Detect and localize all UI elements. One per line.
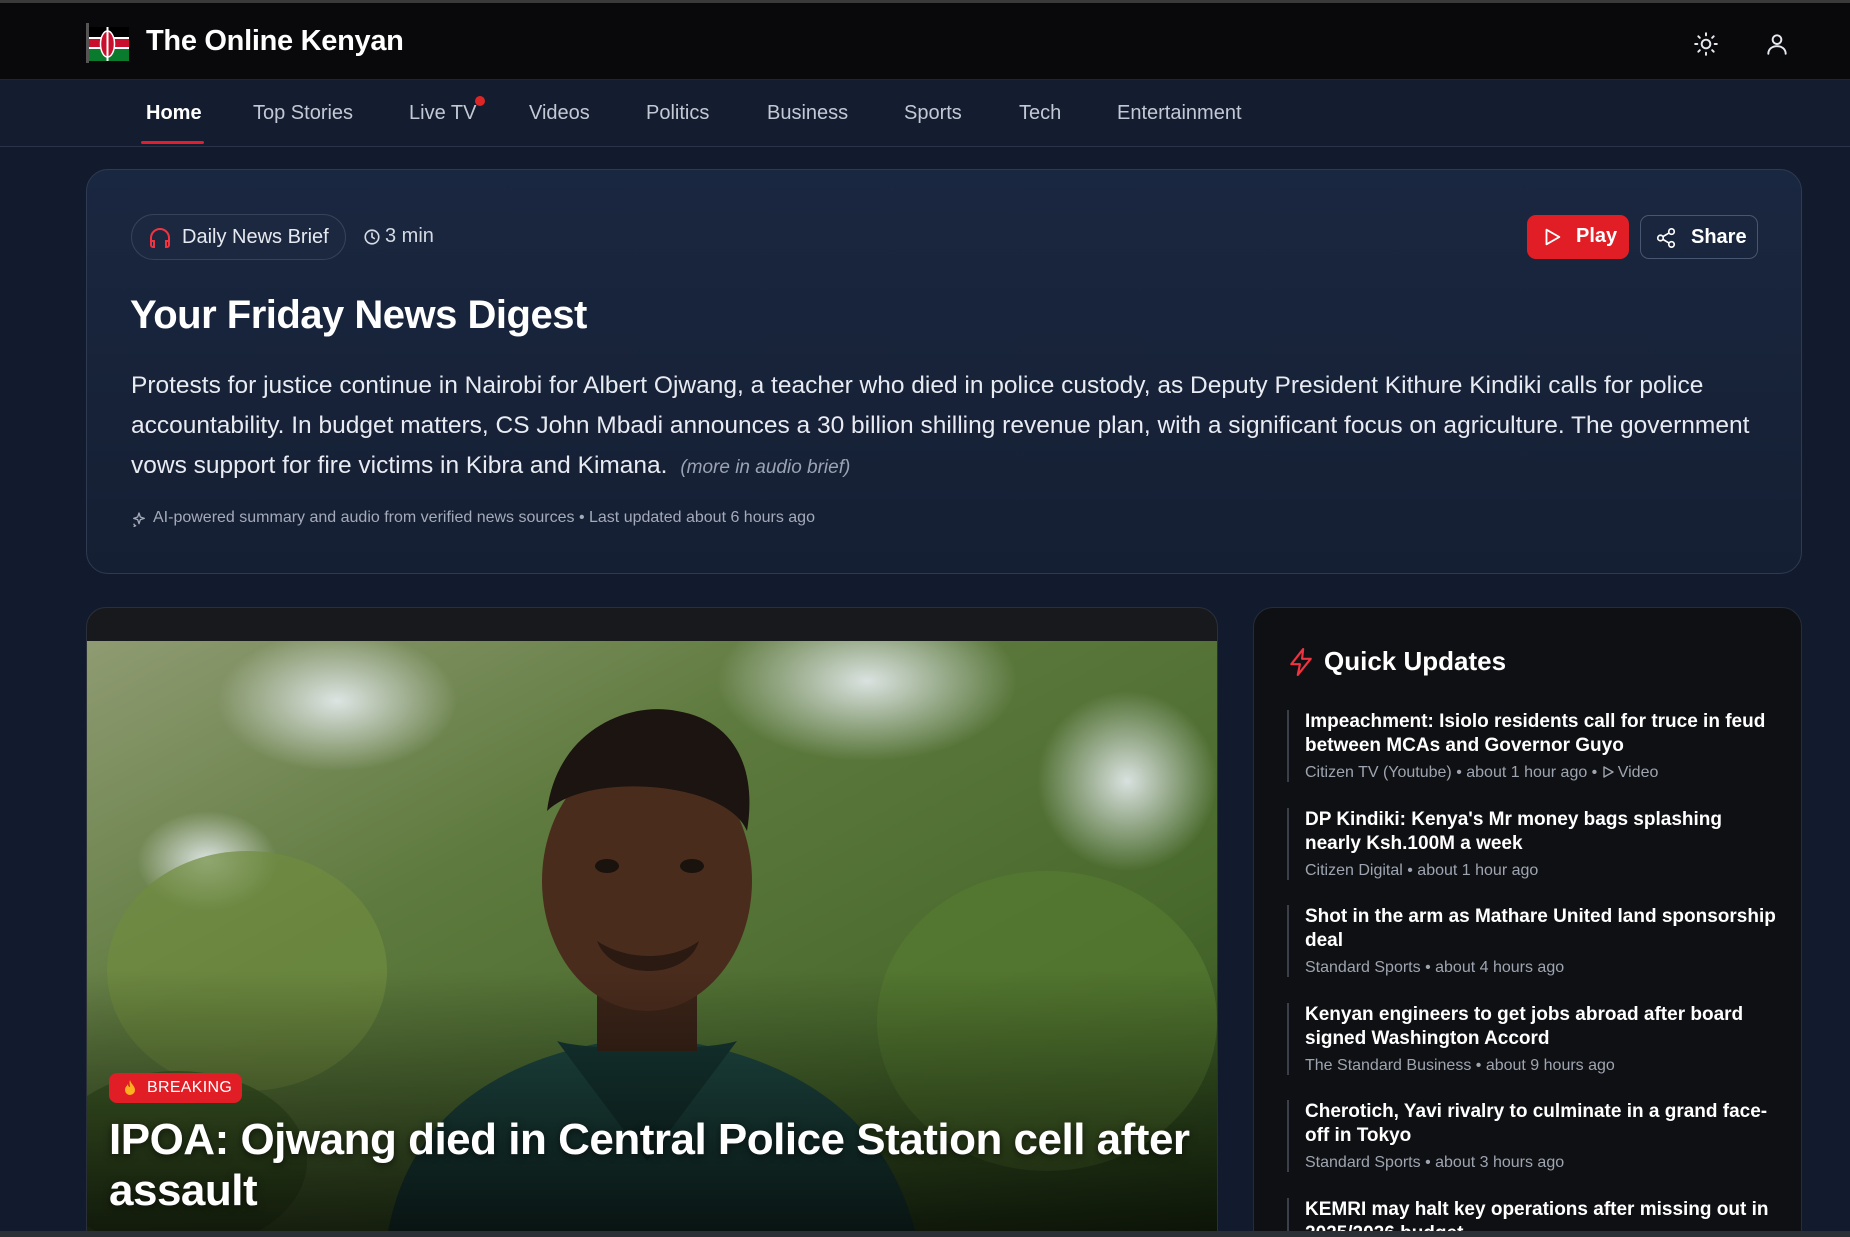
quick-updates-title: Quick Updates <box>1324 646 1507 676</box>
share-icon <box>1656 228 1676 248</box>
share-label: Share <box>1691 226 1747 248</box>
daily-brief-card: Daily News Brief 3 min Play Share Your F… <box>86 169 1802 574</box>
video-play-icon <box>1603 766 1614 778</box>
sun-icon[interactable] <box>1693 31 1719 57</box>
hero-story-title[interactable]: IPOA: Ojwang died in Central Police Stat… <box>109 1114 1199 1216</box>
nav-live-tv[interactable]: Live TV <box>409 80 476 147</box>
nav-tech[interactable]: Tech <box>1019 80 1061 147</box>
daily-news-brief-pill: Daily News Brief <box>131 214 346 260</box>
quick-update-title[interactable]: Kenyan engineers to get jobs abroad afte… <box>1305 1003 1777 1051</box>
nav-videos[interactable]: Videos <box>529 80 590 147</box>
sparkles-icon <box>133 512 145 527</box>
breaking-label: BREAKING <box>147 1079 233 1096</box>
quick-update-title[interactable]: Shot in the arm as Mathare United land s… <box>1305 905 1777 953</box>
quick-update-meta: The Standard Business • about 9 hours ag… <box>1305 1057 1615 1074</box>
ai-summary-note: AI-powered summary and audio from verifi… <box>153 509 815 526</box>
nav-entertainment[interactable]: Entertainment <box>1117 80 1242 147</box>
flame-icon <box>125 1080 135 1095</box>
quick-update-item[interactable]: Impeachment: Isiolo residents call for t… <box>1287 710 1777 782</box>
quick-update-title[interactable]: Impeachment: Isiolo residents call for t… <box>1305 710 1777 758</box>
brief-duration: 3 min <box>385 225 434 247</box>
quick-update-item[interactable]: DP Kindiki: Kenya's Mr money bags splash… <box>1287 808 1777 880</box>
main-nav: Home Top Stories Live TV Videos Politics… <box>0 80 1850 147</box>
kenya-flag-icon[interactable] <box>86 23 129 63</box>
nav-sports[interactable]: Sports <box>904 80 962 147</box>
play-label: Play <box>1576 225 1618 247</box>
nav-business[interactable]: Business <box>767 80 848 147</box>
clock-icon <box>364 229 380 245</box>
window-bottom-edge <box>0 1231 1850 1237</box>
quick-update-item[interactable]: Kenyan engineers to get jobs abroad afte… <box>1287 1003 1777 1075</box>
active-tab-indicator <box>141 141 204 144</box>
top-header: The Online Kenyan <box>0 0 1850 80</box>
hero-story-card[interactable]: BREAKING IPOA: Ojwang died in Central Po… <box>86 607 1218 1237</box>
pill-label: Daily News Brief <box>182 226 329 248</box>
brief-summary: Protests for justice continue in Nairobi… <box>131 366 1771 488</box>
quick-update-title[interactable]: DP Kindiki: Kenya's Mr money bags splash… <box>1305 808 1777 856</box>
play-button[interactable]: Play <box>1527 215 1629 259</box>
quick-update-item[interactable]: Shot in the arm as Mathare United land s… <box>1287 905 1777 977</box>
user-icon[interactable] <box>1764 31 1790 57</box>
quick-update-title[interactable]: Cherotich, Yavi rivalry to culminate in … <box>1305 1100 1777 1148</box>
video-label: Video <box>1617 764 1659 781</box>
quick-update-meta: Citizen TV (Youtube) • about 1 hour ago … <box>1305 764 1777 782</box>
quick-update-meta: Standard Sports • about 4 hours ago <box>1305 959 1565 976</box>
site-title[interactable]: The Online Kenyan <box>146 25 404 58</box>
brief-title: Your Friday News Digest <box>130 293 587 337</box>
headphones-icon <box>150 228 170 248</box>
nav-politics[interactable]: Politics <box>646 80 709 147</box>
brief-summary-text: Protests for justice continue in Nairobi… <box>131 372 1750 479</box>
quick-update-meta: Citizen Digital • about 1 hour ago <box>1305 862 1539 879</box>
live-indicator-dot <box>475 96 485 106</box>
breaking-badge: BREAKING <box>109 1073 242 1103</box>
play-icon <box>1545 228 1561 246</box>
quick-update-item[interactable]: Cherotich, Yavi rivalry to culminate in … <box>1287 1100 1777 1172</box>
nav-home[interactable]: Home <box>146 80 202 147</box>
quick-updates-panel: Quick Updates Impeachment: Isiolo reside… <box>1253 607 1802 1237</box>
nav-top-stories[interactable]: Top Stories <box>253 80 353 147</box>
quick-update-source: Citizen TV (Youtube) • about 1 hour ago … <box>1305 764 1602 781</box>
lightning-bolt-icon <box>1290 648 1312 676</box>
share-button[interactable]: Share <box>1640 215 1758 259</box>
quick-update-meta: Standard Sports • about 3 hours ago <box>1305 1154 1565 1171</box>
more-in-audio-link[interactable]: (more in audio brief) <box>680 457 850 478</box>
